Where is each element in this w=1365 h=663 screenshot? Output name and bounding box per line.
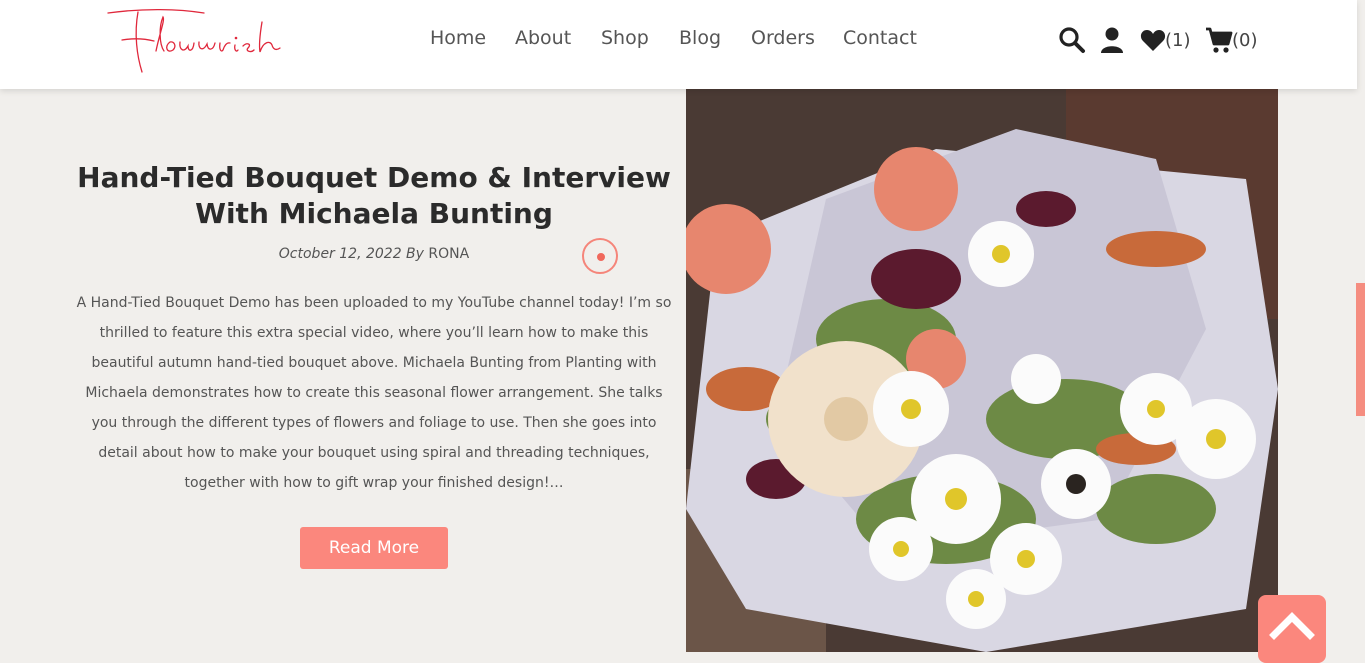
- back-to-top-button[interactable]: [1258, 595, 1326, 663]
- read-more-button[interactable]: Read More: [300, 527, 448, 569]
- user-icon[interactable]: [1100, 26, 1124, 54]
- cart-icon[interactable]: [1205, 26, 1233, 54]
- wishlist-count[interactable]: (1): [1165, 30, 1191, 51]
- bouquet-photo[interactable]: [686, 89, 1278, 652]
- post-title[interactable]: Hand-Tied Bouquet Demo & Interview With …: [70, 160, 678, 232]
- cursor-indicator: [582, 238, 618, 274]
- search-icon[interactable]: [1058, 26, 1086, 54]
- scrollbar-thumb[interactable]: [1356, 283, 1365, 416]
- site-header: Home About Shop Blog Orders Contact (1) …: [0, 0, 1357, 89]
- chevron-up-icon: [1269, 612, 1315, 640]
- nav-contact[interactable]: Contact: [843, 27, 917, 49]
- nav-home[interactable]: Home: [430, 27, 486, 49]
- cart-count[interactable]: (0): [1232, 30, 1258, 51]
- post-summary: Hand-Tied Bouquet Demo & Interview With …: [70, 160, 678, 512]
- post-author[interactable]: RONA: [428, 246, 469, 262]
- post-excerpt: A Hand-Tied Bouquet Demo has been upload…: [76, 295, 672, 491]
- nav-blog[interactable]: Blog: [679, 27, 721, 49]
- nav-about[interactable]: About: [515, 27, 571, 49]
- nav-orders[interactable]: Orders: [751, 27, 815, 49]
- nav-shop[interactable]: Shop: [601, 27, 649, 49]
- heart-icon[interactable]: [1140, 28, 1166, 52]
- post-date: October 12, 2022 By: [278, 246, 424, 262]
- flourish-logo[interactable]: [104, 4, 286, 76]
